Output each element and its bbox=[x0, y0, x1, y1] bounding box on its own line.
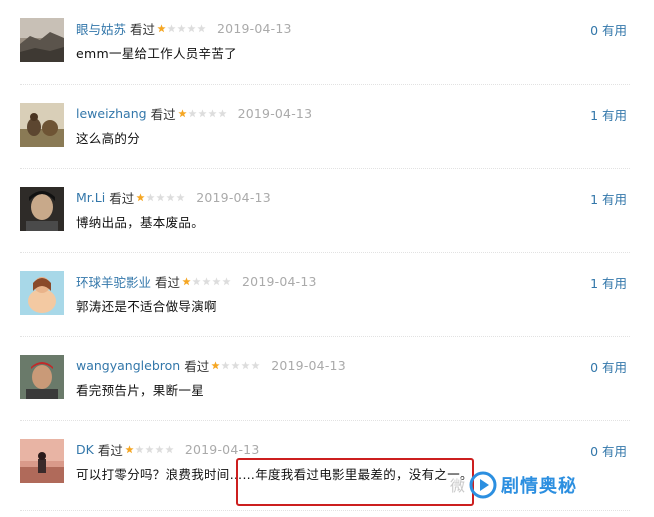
star-empty-icon bbox=[177, 23, 186, 32]
avatar-image bbox=[20, 187, 64, 231]
comment-item: leweizhang 看过 2019-04-13 1 有用 这么高的分 bbox=[20, 84, 630, 168]
useful-vote-button[interactable]: 0 有用 bbox=[590, 441, 627, 460]
star-empty-icon bbox=[231, 360, 240, 369]
watched-label: 看过 bbox=[97, 442, 123, 458]
useful-vote-button[interactable]: 1 有用 bbox=[590, 273, 627, 292]
rating-stars bbox=[211, 360, 261, 370]
comment-item: Mr.Li 看过 2019-04-13 1 有用 博纳出品，基本废品。 bbox=[20, 168, 630, 252]
divider bbox=[20, 510, 630, 511]
comment-item: 环球羊驼影业 看过 2019-04-13 1 有用 郭涛还是不适合做导演啊 bbox=[20, 252, 630, 336]
star-empty-icon bbox=[222, 276, 231, 285]
comment-text: emm一星给工作人员辛苦了 bbox=[76, 46, 237, 61]
highlight-annotation-box bbox=[236, 458, 474, 506]
watermark: 微 剧情奥秘 bbox=[450, 470, 577, 500]
comment-list-page: 眼与姑苏 看过 2019-04-13 0 有用 emm一星给工作人员辛苦了 le… bbox=[0, 0, 654, 517]
comment-item: wangyanglebron 看过 2019-04-13 0 有用 看完预告片，… bbox=[20, 336, 630, 420]
play-logo-icon bbox=[469, 471, 497, 499]
star-filled-icon bbox=[177, 108, 187, 117]
comment-text: 郭涛还是不适合做导演啊 bbox=[76, 299, 217, 314]
avatar[interactable] bbox=[20, 355, 64, 399]
comment-text: 看完预告片，果断一星 bbox=[76, 383, 205, 398]
comment-username[interactable]: DK bbox=[76, 442, 94, 457]
avatar-image bbox=[20, 103, 64, 147]
comment-meta: DK 看过 2019-04-13 bbox=[76, 441, 260, 458]
avatar[interactable] bbox=[20, 439, 64, 483]
comment-meta: 眼与姑苏 看过 2019-04-13 bbox=[76, 19, 292, 38]
watched-label: 看过 bbox=[130, 21, 156, 37]
watermark-text: 剧情奥秘 bbox=[501, 476, 578, 497]
useful-vote-button[interactable]: 0 有用 bbox=[590, 357, 627, 376]
comment-date: 2019-04-13 bbox=[242, 273, 317, 289]
star-empty-icon bbox=[156, 192, 165, 201]
watched-label: 看过 bbox=[109, 190, 135, 206]
star-empty-icon bbox=[197, 23, 206, 32]
comment-username[interactable]: 眼与姑苏 bbox=[76, 19, 126, 38]
star-filled-icon bbox=[125, 444, 134, 453]
useful-vote-button[interactable]: 0 有用 bbox=[590, 20, 627, 39]
star-empty-icon bbox=[135, 444, 144, 453]
watched-label: 看过 bbox=[155, 274, 181, 290]
comment-text: 这么高的分 bbox=[76, 131, 141, 146]
avatar-image bbox=[20, 439, 64, 483]
comment-meta: wangyanglebron 看过 2019-04-13 bbox=[76, 357, 346, 374]
star-filled-icon bbox=[157, 23, 166, 32]
star-empty-icon bbox=[202, 276, 211, 285]
star-empty-icon bbox=[197, 108, 207, 117]
comment-meta: leweizhang 看过 2019-04-13 bbox=[76, 105, 313, 122]
avatar[interactable] bbox=[20, 271, 64, 315]
star-empty-icon bbox=[165, 444, 174, 453]
rating-stars bbox=[177, 108, 228, 118]
comment-meta: 环球羊驼影业 看过 2019-04-13 bbox=[76, 272, 317, 291]
comment-date: 2019-04-13 bbox=[196, 189, 271, 205]
star-filled-icon bbox=[211, 360, 220, 369]
star-empty-icon bbox=[221, 360, 230, 369]
star-filled-icon bbox=[182, 276, 191, 285]
avatar-image bbox=[20, 18, 64, 62]
avatar[interactable] bbox=[20, 18, 64, 62]
star-empty-icon bbox=[251, 360, 260, 369]
star-empty-icon bbox=[241, 360, 250, 369]
comment-item: 眼与姑苏 看过 2019-04-13 0 有用 emm一星给工作人员辛苦了 bbox=[20, 0, 630, 84]
rating-stars bbox=[182, 276, 232, 286]
star-filled-icon bbox=[136, 192, 145, 201]
rating-stars bbox=[157, 23, 207, 33]
comment-date: 2019-04-13 bbox=[271, 357, 346, 373]
star-empty-icon bbox=[207, 108, 217, 117]
comment-text: 博纳出品，基本废品。 bbox=[76, 215, 205, 230]
star-empty-icon bbox=[192, 276, 201, 285]
comment-meta: Mr.Li 看过 2019-04-13 bbox=[76, 189, 271, 206]
comment-date: 2019-04-13 bbox=[217, 20, 292, 36]
comment-date: 2019-04-13 bbox=[237, 105, 313, 121]
rating-stars bbox=[125, 444, 175, 454]
avatar[interactable] bbox=[20, 187, 64, 231]
comment-date: 2019-04-13 bbox=[184, 441, 260, 457]
star-empty-icon bbox=[187, 23, 196, 32]
useful-vote-button[interactable]: 1 有用 bbox=[590, 189, 627, 208]
useful-vote-button[interactable]: 1 有用 bbox=[590, 105, 627, 124]
comment-username[interactable]: 环球羊驼影业 bbox=[76, 272, 151, 291]
comment-username[interactable]: leweizhang bbox=[76, 106, 147, 121]
comment-username[interactable]: Mr.Li bbox=[76, 190, 105, 205]
star-empty-icon bbox=[155, 444, 164, 453]
watched-label: 看过 bbox=[150, 106, 176, 122]
avatar[interactable] bbox=[20, 103, 64, 147]
watermark-prefix: 微 bbox=[450, 476, 466, 495]
watched-label: 看过 bbox=[184, 358, 210, 374]
rating-stars bbox=[136, 192, 186, 202]
star-empty-icon bbox=[217, 108, 227, 117]
avatar-image bbox=[20, 355, 64, 399]
avatar-image bbox=[20, 271, 64, 315]
star-empty-icon bbox=[187, 108, 197, 117]
star-empty-icon bbox=[176, 192, 185, 201]
comment-username[interactable]: wangyanglebron bbox=[76, 358, 180, 373]
star-empty-icon bbox=[146, 192, 155, 201]
star-empty-icon bbox=[167, 23, 176, 32]
star-empty-icon bbox=[166, 192, 175, 201]
star-empty-icon bbox=[212, 276, 221, 285]
star-empty-icon bbox=[145, 444, 154, 453]
